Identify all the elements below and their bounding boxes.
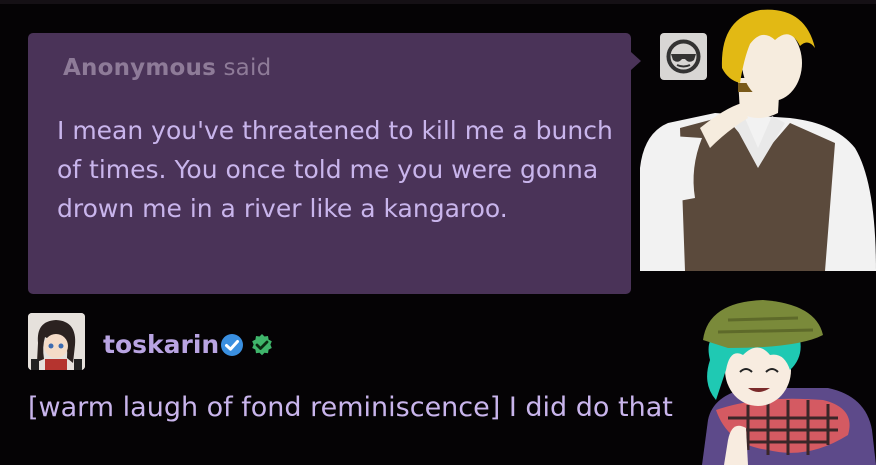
reply-username[interactable]: toskarin [103,330,219,359]
reply-text: [warm laugh of fond reminiscence] I did … [28,392,673,423]
ask-bubble: Anonymous said I mean you've threatened … [28,33,631,294]
green-check-badge-icon[interactable] [250,333,274,357]
toskarin-avatar[interactable] [28,313,85,370]
asker-name[interactable]: Anonymous [63,55,216,81]
green-hair-character-sticker [702,300,876,465]
asker-line: Anonymous said [63,55,271,81]
top-divider [0,0,876,4]
ask-text: I mean you've threatened to kill me a bu… [57,116,613,223]
asker-verb: said [223,55,272,81]
blond-character-sticker [640,9,876,271]
chibi-avatar-icon [28,313,85,370]
blue-check-badge-icon[interactable] [220,333,244,357]
